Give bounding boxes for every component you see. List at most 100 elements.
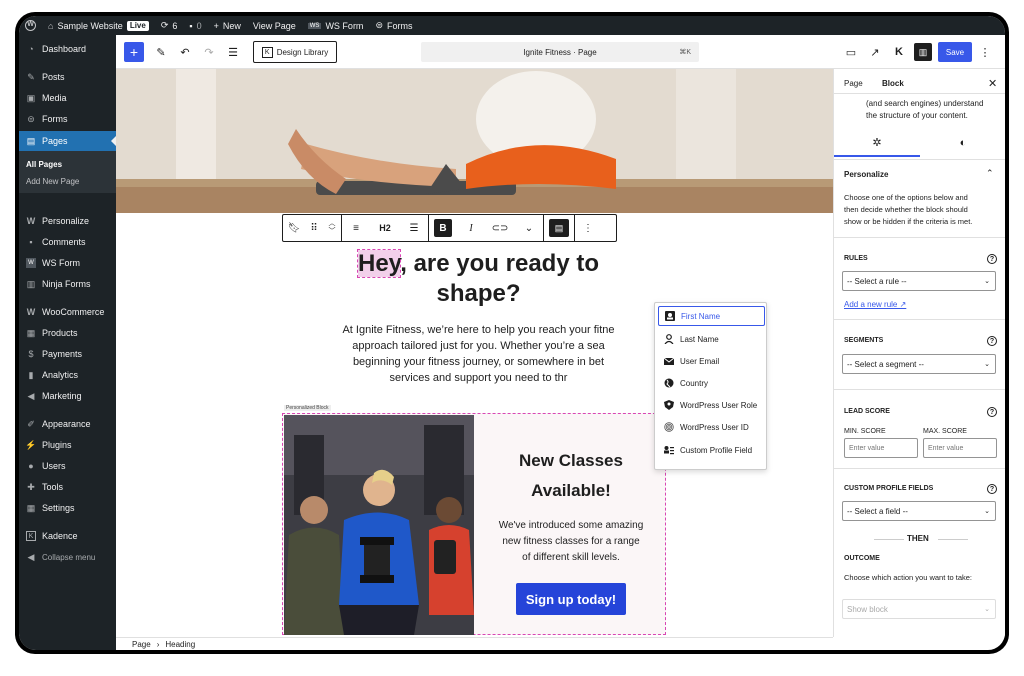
intro-paragraph[interactable]: At Ignite Fitness, we’re here to help yo…	[276, 322, 681, 386]
sidebar-item-settings[interactable]: ▦ Settings	[19, 498, 116, 518]
sidebar-item-marketing[interactable]: ◀ Marketing	[19, 386, 116, 406]
updates-link[interactable]: ⟳ 6	[155, 16, 184, 35]
sidebar-item-appearance[interactable]: ✐ Appearance	[19, 414, 116, 434]
preview-button[interactable]: ▭	[842, 41, 860, 63]
save-button[interactable]: Save	[938, 42, 972, 62]
heading-level-button[interactable]: H2	[370, 215, 400, 241]
document-overview-button[interactable]: ☰	[224, 41, 242, 63]
outcome-label: OUTCOME	[844, 555, 880, 562]
fingerprint-icon	[664, 422, 674, 432]
align-button[interactable]: ≡	[342, 215, 370, 241]
collapse-section-button[interactable]: ⌃	[986, 168, 994, 179]
settings-tab[interactable]: ✲	[834, 129, 920, 157]
sidebar-item-payments[interactable]: $ Payments	[19, 344, 116, 364]
updates-count: 6	[172, 20, 178, 31]
custom-fields-help-icon[interactable]: ?	[987, 484, 997, 494]
comments-link[interactable]: ▪ 0	[183, 16, 207, 35]
link-button[interactable]: ⊂⊃	[485, 215, 515, 241]
command-palette-bar[interactable]: Ignite Fitness · Page ⌘K	[421, 42, 699, 62]
wordpress-logo-button[interactable]: W	[19, 16, 42, 35]
field-select[interactable]: -- Select a field -- ⌄	[842, 501, 996, 521]
home-icon: ⌂	[48, 20, 54, 31]
sidebar-item-forms[interactable]: ⊜ Forms	[19, 109, 116, 129]
sidebar-item-media[interactable]: ▣ Media	[19, 88, 116, 108]
personalize-section-title[interactable]: Personalize	[844, 170, 888, 179]
lead-score-help-icon[interactable]: ?	[987, 407, 997, 417]
italic-button[interactable]: I	[457, 215, 485, 241]
more-formatting-button[interactable]: ⌄	[515, 215, 543, 241]
sidebar-item-ninja-forms[interactable]: ▥ Ninja Forms	[19, 274, 116, 294]
undo-button[interactable]: ↶	[176, 41, 194, 63]
new-content-link[interactable]: + New	[208, 16, 247, 35]
site-name-link[interactable]: ⌂ Sample Website Live	[42, 16, 155, 35]
sidebar-item-personalize[interactable]: W Personalize	[19, 211, 116, 231]
sidebar-item-posts[interactable]: ✎ Posts	[19, 67, 116, 87]
view-post-button[interactable]: ↗	[866, 41, 884, 63]
sidebar-item-collapse[interactable]: ◀ Collapse menu	[19, 547, 116, 567]
kadence-settings-button[interactable]: K	[890, 41, 908, 63]
personalized-block[interactable]: New Classes Available! We've introduced …	[282, 413, 666, 635]
segment-select[interactable]: -- Select a segment -- ⌄	[842, 354, 996, 374]
styles-tab[interactable]: ◐	[920, 129, 1005, 157]
sidebar-item-label: Ninja Forms	[42, 279, 91, 289]
dropdown-item-user-email[interactable]: User Email	[658, 351, 765, 371]
settings-sidebar-button[interactable]: ▥	[914, 43, 932, 61]
redo-button[interactable]: ↷	[200, 41, 218, 63]
submenu-all-pages[interactable]: All Pages	[26, 160, 62, 169]
min-score-label: MIN. SCORE	[844, 428, 886, 435]
dropdown-item-label: WordPress User Role	[680, 400, 758, 410]
personalize-field-button[interactable]: ▤	[544, 215, 574, 241]
segments-help-icon[interactable]: ?	[987, 336, 997, 346]
tab-block[interactable]: Block	[882, 79, 904, 88]
rule-select[interactable]: -- Select a rule -- ⌄	[842, 271, 996, 291]
min-score-input[interactable]: Enter value	[844, 438, 918, 458]
max-score-input[interactable]: Enter value	[923, 438, 997, 458]
forms-link[interactable]: ⊜ Forms	[369, 16, 418, 35]
profile-field-dropdown: First Name Last Name User Email Country …	[654, 302, 767, 470]
breadcrumb-page[interactable]: Page	[132, 640, 151, 649]
sidebar-item-kadence[interactable]: K Kadence	[19, 526, 116, 546]
sidebar-item-users[interactable]: ● Users	[19, 456, 116, 476]
add-block-button[interactable]: +	[124, 42, 144, 62]
add-rule-link[interactable]: Add a new rule ↗	[844, 300, 906, 309]
sidebar-item-tools[interactable]: ✚ Tools	[19, 477, 116, 497]
sidebar-item-ws-form[interactable]: W WS Form	[19, 253, 116, 273]
view-page-link[interactable]: View Page	[247, 16, 302, 35]
dropdown-item-wordpress-user-id[interactable]: WordPress User ID	[658, 417, 765, 437]
outcome-select[interactable]: Show block ⌄	[842, 599, 996, 619]
breadcrumb-heading[interactable]: Heading	[165, 640, 195, 649]
dashboard-icon: ◔	[28, 44, 34, 54]
description-line: the structure of your content.	[866, 111, 968, 120]
close-panel-button[interactable]: ✕	[988, 77, 997, 90]
ws-form-link[interactable]: WS WS Form	[302, 16, 370, 35]
options-button[interactable]: ⋮	[978, 41, 992, 63]
sidebar-item-comments[interactable]: ▪ Comments	[19, 232, 116, 252]
bold-icon: B	[434, 219, 452, 237]
submenu-add-new-page[interactable]: Add New Page	[26, 177, 79, 186]
dropdown-item-country[interactable]: Country	[658, 373, 765, 393]
page-heading[interactable]: Hey, are you ready to shape?	[266, 249, 691, 309]
dropdown-item-last-name[interactable]: Last Name	[658, 329, 765, 349]
paragraph-line: beginning your fitness journey, or somew…	[352, 356, 605, 368]
signup-button[interactable]: Sign up today!	[516, 583, 626, 615]
sidebar-item-woocommerce[interactable]: W WooCommerce	[19, 302, 116, 322]
sidebar-item-products[interactable]: ▦ Products	[19, 323, 116, 343]
rules-help-icon[interactable]: ?	[987, 254, 997, 264]
design-library-button[interactable]: K Design Library	[253, 41, 337, 63]
block-type-button[interactable]: 🔖︎	[283, 215, 305, 241]
block-options-button[interactable]: ⋮	[575, 215, 601, 241]
move-buttons[interactable]: ︿ ﹀	[323, 215, 341, 241]
personalized-token[interactable]: Hey	[356, 249, 402, 278]
tools-button[interactable]: ✎	[152, 41, 170, 63]
sidebar-item-pages[interactable]: ▤ Pages	[19, 131, 116, 151]
bold-button[interactable]: B	[429, 215, 457, 241]
dropdown-item-custom-profile-field[interactable]: Custom Profile Field	[658, 440, 765, 460]
text-align-button[interactable]: ☰	[400, 215, 428, 241]
drag-handle[interactable]: ⠿	[305, 215, 323, 241]
sidebar-item-analytics[interactable]: ▮ Analytics	[19, 365, 116, 385]
sidebar-item-dashboard[interactable]: ◔ Dashboard	[19, 39, 116, 59]
dropdown-item-first-name[interactable]: First Name	[658, 306, 765, 326]
sidebar-item-plugins[interactable]: ⚡ Plugins	[19, 435, 116, 455]
tab-page[interactable]: Page	[844, 79, 863, 88]
dropdown-item-wordpress-user-role[interactable]: WordPress User Role	[658, 395, 765, 415]
